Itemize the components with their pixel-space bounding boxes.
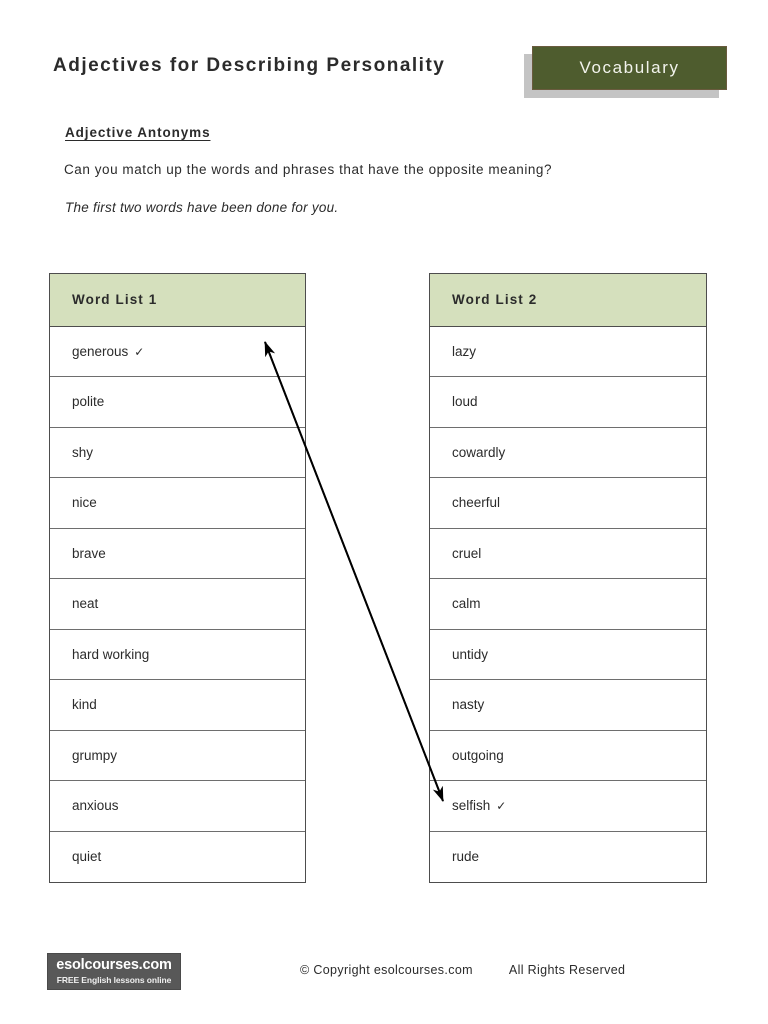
word-cell[interactable]: outgoing [430,730,706,781]
table-row[interactable]: calm [430,578,706,630]
word-list-1: Word List 1 generous ✓ polite shy nice brave n… [50,274,305,882]
table-row[interactable]: cowardly [430,427,706,478]
word-cell[interactable]: shy [50,427,305,478]
table-row[interactable]: lazy [430,326,706,377]
word-label: brave [72,545,106,561]
rights-text: All Rights Reserved [508,963,626,977]
table-row[interactable]: hard working [50,629,305,680]
word-label: generous [72,343,129,359]
word-list-1-table: Word List 1 generous ✓ polite shy nice brave n… [49,273,306,883]
table-header-row: Word List 2 [430,274,706,327]
table-row[interactable]: polite [50,376,305,428]
word-label: loud [452,394,478,410]
page-title: Adjectives for Describing Personality [53,55,446,76]
section-heading: Adjective Antonyms [65,125,211,140]
word-label: cowardly [452,444,506,460]
word-cell[interactable]: cowardly [430,427,706,478]
table-row[interactable]: cheerful [430,477,706,529]
word-label: untidy [452,646,489,662]
word-cell[interactable]: anxious [50,780,305,832]
word-label: anxious [72,798,119,814]
table-row[interactable]: generous ✓ [50,326,305,377]
word-cell[interactable]: quiet [50,831,305,882]
word-label: nice [72,495,97,511]
word-label: hard working [72,646,150,662]
word-label: shy [72,444,94,460]
table-row[interactable]: rude [430,831,706,882]
word-cell[interactable]: nice [50,477,305,529]
table-row[interactable]: quiet [50,831,305,882]
logo-main-text: esolcourses.com [56,957,172,974]
copyright-text: © Copyright esolcourses.com [300,963,473,977]
instruction-question: Can you match up the words and phrases t… [64,162,553,177]
table-row[interactable]: selfish ✓ [430,780,706,832]
logo-tagline: FREE English lessons online [56,974,172,985]
word-cell[interactable]: hard working [50,629,305,680]
esolcourses-logo: esolcourses.com FREE English lessons onl… [47,953,181,990]
word-label: kind [72,697,97,713]
check-icon: ✓ [496,799,507,814]
table-row[interactable]: nasty [430,679,706,731]
table-header-row: Word List 1 [50,274,305,327]
table-row[interactable]: cruel [430,528,706,579]
word-label: rude [452,849,480,864]
word-list-2-header: Word List 2 [430,274,706,327]
word-cell[interactable]: kind [50,679,305,731]
word-list-2-body: lazy loud cowardly cheerful cruel calm untidy n… [430,326,706,882]
word-cell[interactable]: cheerful [430,477,706,529]
word-list-2: Word List 2 lazy loud cowardly cheerful crue… [430,274,706,882]
footer-copyright: © Copyright esolcourses.com All Rights Re… [300,963,625,977]
table-row[interactable]: untidy [430,629,706,680]
word-label: grumpy [72,747,118,763]
word-cell[interactable]: grumpy [50,730,305,781]
table-row[interactable]: brave [50,528,305,579]
badge-label: Vocabulary [579,58,680,77]
instruction-note: The first two words have been done for y… [65,200,339,215]
word-list-1-header: Word List 1 [50,274,305,327]
word-label: quiet [72,849,102,864]
word-label: neat [72,596,99,612]
word-label: outgoing [452,747,504,763]
word-cell[interactable]: generous ✓ [50,326,305,377]
word-list-2-table: Word List 2 lazy loud cowardly cheerful crue… [429,273,707,883]
word-cell[interactable]: loud [430,376,706,428]
word-cell[interactable]: lazy [430,326,706,377]
word-label: cheerful [452,495,501,511]
word-cell[interactable]: neat [50,578,305,630]
word-list-1-body: generous ✓ polite shy nice brave neat hard work… [50,326,305,882]
table-row[interactable]: anxious [50,780,305,832]
word-cell[interactable]: selfish ✓ [430,780,706,832]
worksheet-page: Adjectives for Describing Personality Vo… [0,0,768,1024]
word-cell[interactable]: nasty [430,679,706,731]
word-cell[interactable]: brave [50,528,305,579]
word-label: cruel [452,545,482,561]
word-label: selfish [452,798,491,814]
word-cell[interactable]: calm [430,578,706,630]
table-row[interactable]: shy [50,427,305,478]
badge-box: Vocabulary [532,46,727,90]
word-cell[interactable]: cruel [430,528,706,579]
table-row[interactable]: nice [50,477,305,529]
table-row[interactable]: loud [430,376,706,428]
check-icon: ✓ [134,344,145,359]
word-cell[interactable]: untidy [430,629,706,680]
word-label: lazy [452,343,477,359]
word-label: polite [72,394,105,410]
vocabulary-badge: Vocabulary [524,46,727,98]
word-label: nasty [452,697,485,713]
table-row[interactable]: kind [50,679,305,731]
word-label: calm [452,596,481,612]
table-row[interactable]: neat [50,578,305,630]
table-row[interactable]: outgoing [430,730,706,781]
word-cell[interactable]: polite [50,376,305,428]
word-cell[interactable]: rude [430,831,706,882]
table-row[interactable]: grumpy [50,730,305,781]
